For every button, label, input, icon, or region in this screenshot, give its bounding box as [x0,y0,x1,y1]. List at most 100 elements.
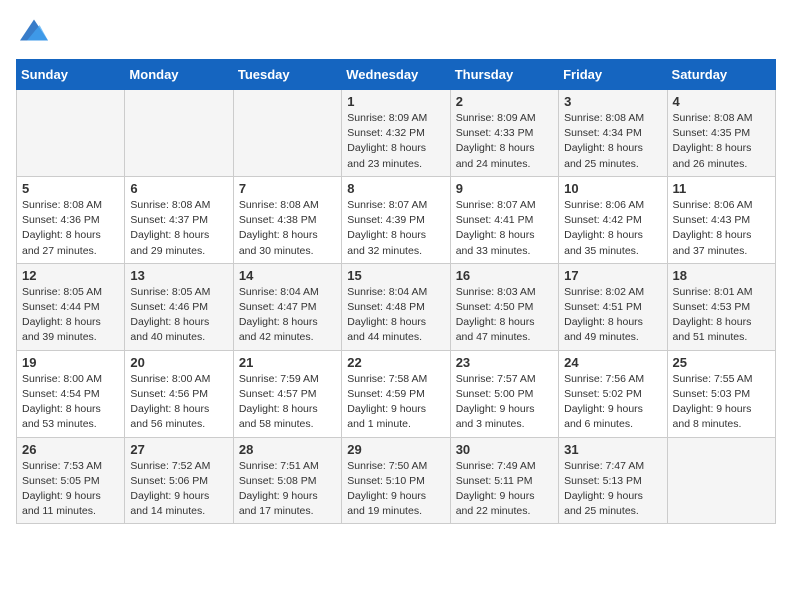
weekday-header: Sunday [17,60,125,90]
weekday-row: SundayMondayTuesdayWednesdayThursdayFrid… [17,60,776,90]
calendar-week-row: 5Sunrise: 8:08 AM Sunset: 4:36 PM Daylig… [17,176,776,263]
day-number: 3 [564,94,661,109]
calendar-day-cell: 25 Sunrise: 7:55 AM Sunset: 5:03 PM Dayli… [667,350,775,437]
page-header [16,16,776,49]
calendar-day-cell: 1 Sunrise: 8:09 AM Sunset: 4:32 PM Daylig… [342,90,450,177]
day-info: Sunrise: 8:05 AM Sunset: 4:44 PM Dayligh… [22,285,119,346]
calendar-day-cell: 16 Sunrise: 8:03 AM Sunset: 4:50 PM Dayli… [450,263,558,350]
day-number: 31 [564,442,661,457]
calendar-day-cell: 10Sunrise: 8:06 AM Sunset: 4:42 PM Dayli… [559,176,667,263]
calendar-day-cell: 8 Sunrise: 8:07 AM Sunset: 4:39 PM Daylig… [342,176,450,263]
calendar-day-cell: 6 Sunrise: 8:08 AM Sunset: 4:37 PM Daylig… [125,176,233,263]
calendar-day-cell: 20 Sunrise: 8:00 AM Sunset: 4:56 PM Dayli… [125,350,233,437]
weekday-header: Thursday [450,60,558,90]
day-number: 24 [564,355,661,370]
day-number: 1 [347,94,444,109]
day-info: Sunrise: 8:02 AM Sunset: 4:51 PM Dayligh… [564,285,661,346]
calendar-day-cell: 21 Sunrise: 7:59 AM Sunset: 4:57 PM Dayli… [233,350,341,437]
calendar-week-row: 12 Sunrise: 8:05 AM Sunset: 4:44 PM Dayli… [17,263,776,350]
day-info: Sunrise: 8:00 AM Sunset: 4:54 PM Dayligh… [22,372,119,433]
calendar-day-cell: 2Sunrise: 8:09 AM Sunset: 4:33 PM Daylig… [450,90,558,177]
day-info: Sunrise: 8:08 AM Sunset: 4:37 PM Dayligh… [130,198,227,259]
day-info: Sunrise: 8:08 AM Sunset: 4:34 PM Dayligh… [564,111,661,172]
day-number: 14 [239,268,336,283]
calendar-week-row: 26 Sunrise: 7:53 AM Sunset: 5:05 PM Dayli… [17,437,776,524]
weekday-header: Wednesday [342,60,450,90]
day-number: 25 [673,355,770,370]
day-info: Sunrise: 7:51 AM Sunset: 5:08 PM Dayligh… [239,459,336,520]
calendar-day-cell: 30Sunrise: 7:49 AM Sunset: 5:11 PM Dayli… [450,437,558,524]
day-number: 6 [130,181,227,196]
calendar-day-cell: 27 Sunrise: 7:52 AM Sunset: 5:06 PM Dayli… [125,437,233,524]
day-info: Sunrise: 7:52 AM Sunset: 5:06 PM Dayligh… [130,459,227,520]
weekday-header: Saturday [667,60,775,90]
calendar-day-cell: 28 Sunrise: 7:51 AM Sunset: 5:08 PM Dayli… [233,437,341,524]
calendar-day-cell: 23 Sunrise: 7:57 AM Sunset: 5:00 PM Dayli… [450,350,558,437]
day-info: Sunrise: 7:53 AM Sunset: 5:05 PM Dayligh… [22,459,119,520]
calendar-day-cell: 24 Sunrise: 7:56 AM Sunset: 5:02 PM Dayli… [559,350,667,437]
calendar-day-cell [125,90,233,177]
day-info: Sunrise: 7:47 AM Sunset: 5:13 PM Dayligh… [564,459,661,520]
day-info: Sunrise: 8:07 AM Sunset: 4:41 PM Dayligh… [456,198,553,259]
day-number: 17 [564,268,661,283]
day-info: Sunrise: 7:50 AM Sunset: 5:10 PM Dayligh… [347,459,444,520]
day-number: 22 [347,355,444,370]
day-info: Sunrise: 8:08 AM Sunset: 4:35 PM Dayligh… [673,111,770,172]
calendar-day-cell: 12 Sunrise: 8:05 AM Sunset: 4:44 PM Dayli… [17,263,125,350]
calendar-day-cell: 5Sunrise: 8:08 AM Sunset: 4:36 PM Daylig… [17,176,125,263]
calendar-day-cell: 15 Sunrise: 8:04 AM Sunset: 4:48 PM Dayli… [342,263,450,350]
day-info: Sunrise: 8:07 AM Sunset: 4:39 PM Dayligh… [347,198,444,259]
calendar-day-cell [17,90,125,177]
day-info: Sunrise: 8:05 AM Sunset: 4:46 PM Dayligh… [130,285,227,346]
day-number: 16 [456,268,553,283]
day-number: 20 [130,355,227,370]
day-info: Sunrise: 8:06 AM Sunset: 4:42 PM Dayligh… [564,198,661,259]
calendar-day-cell: 31 Sunrise: 7:47 AM Sunset: 5:13 PM Dayli… [559,437,667,524]
day-info: Sunrise: 8:04 AM Sunset: 4:47 PM Dayligh… [239,285,336,346]
day-number: 26 [22,442,119,457]
calendar-day-cell: 7Sunrise: 8:08 AM Sunset: 4:38 PM Daylig… [233,176,341,263]
day-info: Sunrise: 7:55 AM Sunset: 5:03 PM Dayligh… [673,372,770,433]
day-info: Sunrise: 8:06 AM Sunset: 4:43 PM Dayligh… [673,198,770,259]
calendar-day-cell: 11Sunrise: 8:06 AM Sunset: 4:43 PM Dayli… [667,176,775,263]
weekday-header: Friday [559,60,667,90]
day-number: 19 [22,355,119,370]
day-number: 30 [456,442,553,457]
weekday-header: Monday [125,60,233,90]
day-info: Sunrise: 7:58 AM Sunset: 4:59 PM Dayligh… [347,372,444,433]
calendar-day-cell: 19 Sunrise: 8:00 AM Sunset: 4:54 PM Dayli… [17,350,125,437]
calendar-day-cell: 9 Sunrise: 8:07 AM Sunset: 4:41 PM Daylig… [450,176,558,263]
day-info: Sunrise: 8:01 AM Sunset: 4:53 PM Dayligh… [673,285,770,346]
day-number: 9 [456,181,553,196]
calendar-day-cell: 26 Sunrise: 7:53 AM Sunset: 5:05 PM Dayli… [17,437,125,524]
calendar-header: SundayMondayTuesdayWednesdayThursdayFrid… [17,60,776,90]
day-info: Sunrise: 7:56 AM Sunset: 5:02 PM Dayligh… [564,372,661,433]
day-number: 15 [347,268,444,283]
day-info: Sunrise: 8:08 AM Sunset: 4:38 PM Dayligh… [239,198,336,259]
day-info: Sunrise: 8:09 AM Sunset: 4:32 PM Dayligh… [347,111,444,172]
day-number: 8 [347,181,444,196]
day-number: 13 [130,268,227,283]
logo-icon [20,16,48,44]
day-info: Sunrise: 8:03 AM Sunset: 4:50 PM Dayligh… [456,285,553,346]
day-number: 27 [130,442,227,457]
calendar-week-row: 19 Sunrise: 8:00 AM Sunset: 4:54 PM Dayli… [17,350,776,437]
calendar-day-cell: 13 Sunrise: 8:05 AM Sunset: 4:46 PM Dayli… [125,263,233,350]
day-number: 23 [456,355,553,370]
day-number: 5 [22,181,119,196]
weekday-header: Tuesday [233,60,341,90]
day-number: 2 [456,94,553,109]
day-info: Sunrise: 8:00 AM Sunset: 4:56 PM Dayligh… [130,372,227,433]
calendar-table: SundayMondayTuesdayWednesdayThursdayFrid… [16,59,776,524]
day-number: 12 [22,268,119,283]
day-info: Sunrise: 7:57 AM Sunset: 5:00 PM Dayligh… [456,372,553,433]
day-info: Sunrise: 8:04 AM Sunset: 4:48 PM Dayligh… [347,285,444,346]
calendar-day-cell: 17 Sunrise: 8:02 AM Sunset: 4:51 PM Dayli… [559,263,667,350]
calendar-day-cell: 14 Sunrise: 8:04 AM Sunset: 4:47 PM Dayli… [233,263,341,350]
day-number: 28 [239,442,336,457]
calendar-day-cell: 29Sunrise: 7:50 AM Sunset: 5:10 PM Dayli… [342,437,450,524]
calendar-day-cell [667,437,775,524]
day-info: Sunrise: 7:59 AM Sunset: 4:57 PM Dayligh… [239,372,336,433]
day-number: 21 [239,355,336,370]
logo [16,16,48,49]
